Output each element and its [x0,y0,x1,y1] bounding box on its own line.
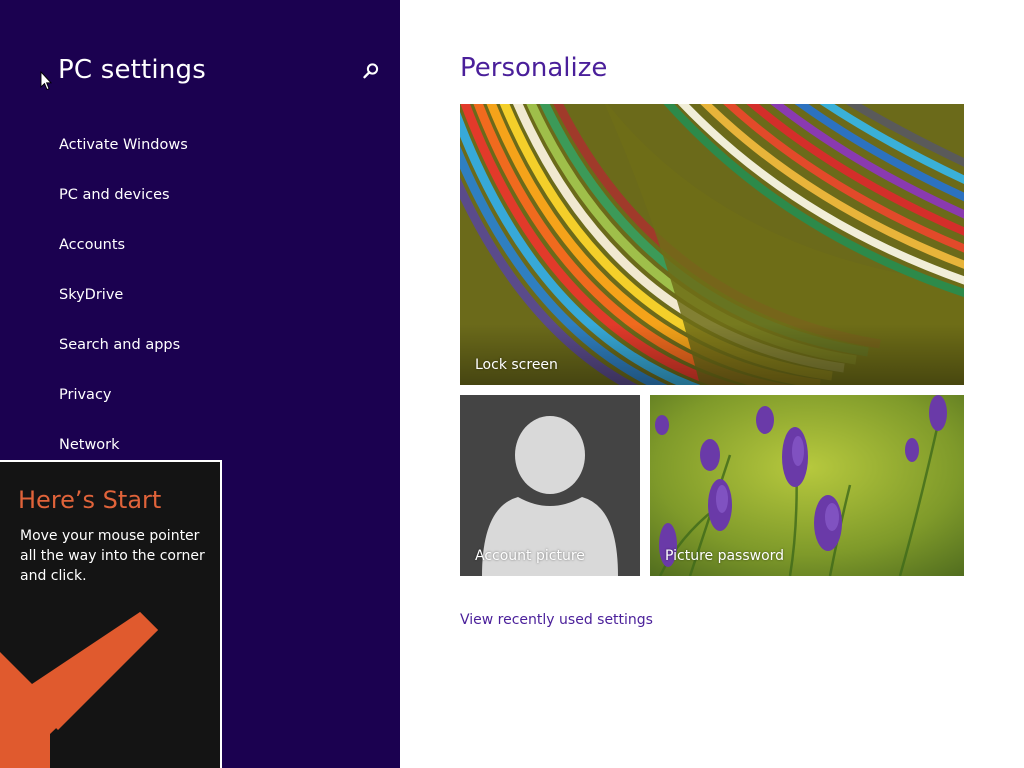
pc-settings-screen: PC settings Activate Windows PC and devi… [0,0,1024,768]
start-tip-panel: Here’s Start Move your mouse pointer all… [0,460,222,768]
section-title: Personalize [460,53,608,83]
search-icon [363,63,379,79]
tip-title: Here’s Start [18,486,162,514]
search-button[interactable] [360,60,382,82]
view-recent-settings-link[interactable]: View recently used settings [460,612,653,628]
tip-body: Move your mouse pointer all the way into… [20,528,205,584]
nav-item-skydrive[interactable]: SkyDrive [59,280,188,330]
page-title: PC settings [58,55,206,85]
nav-item-privacy[interactable]: Privacy [59,380,188,430]
lock-screen-tile[interactable]: Lock screen [460,104,964,385]
nav-item-activate-windows[interactable]: Activate Windows [59,130,188,180]
picture-password-tile[interactable]: Picture password [650,395,964,576]
nav-list: Activate Windows PC and devices Accounts… [59,130,188,480]
lock-screen-label: Lock screen [475,357,558,373]
account-picture-label: Account picture [475,548,585,564]
nav-item-pc-and-devices[interactable]: PC and devices [59,180,188,230]
picture-password-label: Picture password [665,548,785,564]
nav-item-search-and-apps[interactable]: Search and apps [59,330,188,380]
nav-item-accounts[interactable]: Accounts [59,230,188,280]
mouse-cursor-icon [40,71,52,91]
arrow-down-left-icon [0,612,158,768]
content-pane: Personalize Lock screen Account picture … [400,0,1024,768]
lock-screen-image [460,104,964,385]
account-picture-tile[interactable]: Account picture [460,395,640,576]
